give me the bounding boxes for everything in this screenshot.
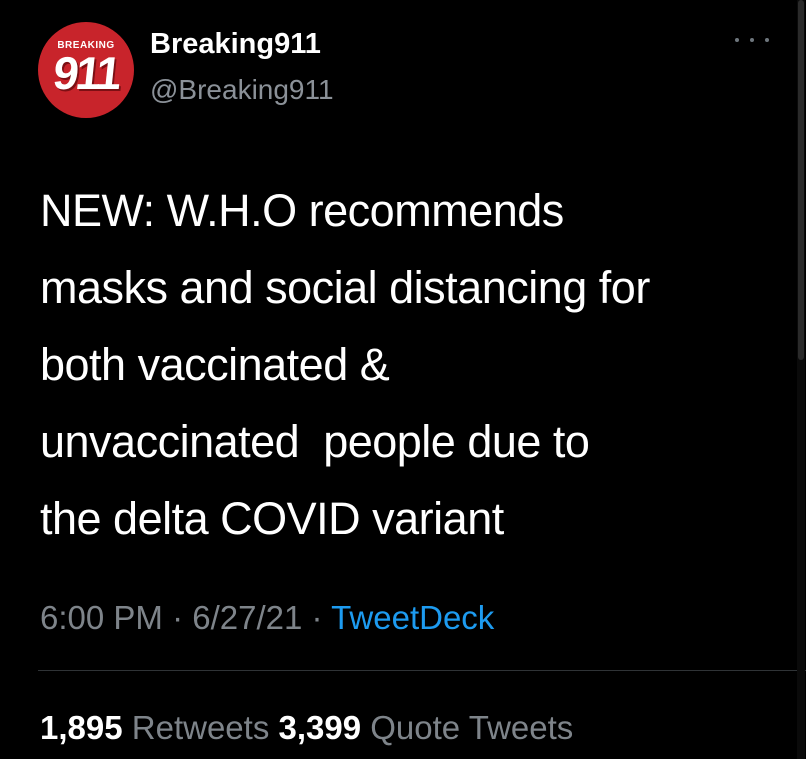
more-dot — [735, 38, 739, 42]
retweets-stat[interactable]: 1,895 Retweets — [40, 709, 269, 746]
avatar-logo-main-text: 911 — [50, 47, 122, 99]
retweets-label: Retweets — [131, 709, 270, 746]
more-horizontal-icon[interactable] — [735, 30, 769, 50]
quote-tweets-label: Quote Tweets — [370, 709, 574, 746]
divider — [38, 670, 806, 671]
tweet-detail: BREAKING 911 Breaking911 @Breaking911 NE… — [0, 0, 806, 759]
tweet-text: NEW: W.H.O recommends masks and social d… — [40, 185, 650, 544]
more-dot — [765, 38, 769, 42]
tweet-time[interactable]: 6:00 PM — [40, 599, 163, 636]
tweet-stats: 1,895 Retweets 3,399 Quote Tweets — [40, 706, 573, 750]
quote-tweets-count: 3,399 — [278, 709, 362, 746]
scrollbar[interactable] — [797, 0, 805, 759]
scrollbar-thumb[interactable] — [798, 0, 804, 360]
avatar[interactable]: BREAKING 911 — [38, 22, 134, 118]
meta-separator: · — [302, 599, 332, 636]
retweets-count: 1,895 — [40, 709, 123, 746]
author-display-name[interactable]: Breaking911 — [150, 26, 321, 62]
meta-separator: · — [162, 599, 193, 636]
more-dot — [750, 38, 754, 42]
tweet-date[interactable]: 6/27/21 — [192, 599, 302, 636]
quote-tweets-stat[interactable]: 3,399 Quote Tweets — [279, 709, 574, 746]
tweet-meta: 6:00 PM · 6/27/21 · TweetDeck — [40, 596, 494, 640]
author-handle[interactable]: @Breaking911 — [150, 72, 334, 108]
tweet-source-link[interactable]: TweetDeck — [331, 599, 494, 636]
